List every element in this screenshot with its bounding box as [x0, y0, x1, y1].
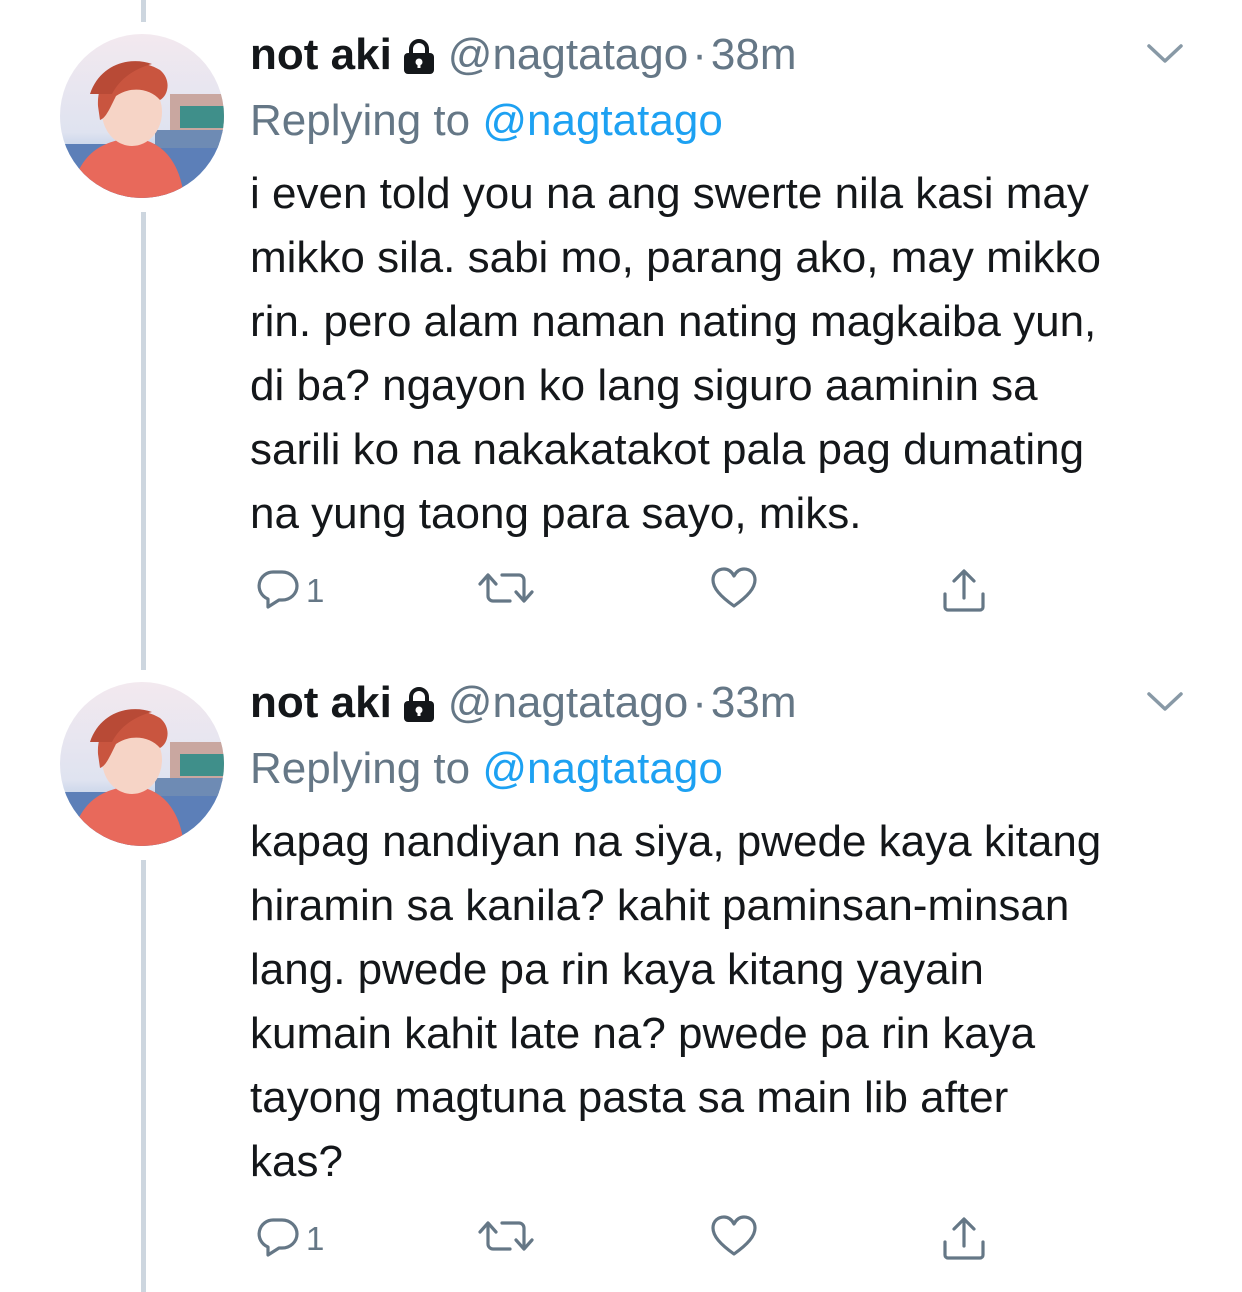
chevron-down-icon[interactable] [1146, 42, 1184, 66]
heart-icon [710, 1214, 758, 1263]
replying-to: Replying to @nagtatago [250, 96, 1190, 146]
timestamp[interactable]: 33m [711, 678, 797, 727]
replying-label: Replying to [250, 744, 471, 793]
tweet-text: kapag nandiyan na siya, pwede kaya kitan… [250, 817, 1102, 1186]
tweet[interactable]: not aki @nagtatago·33m Replying to @nagta… [0, 650, 1242, 1292]
tweet-actions: 1 [250, 566, 1010, 616]
lock-icon [400, 684, 438, 734]
retweet-icon [476, 566, 536, 615]
timestamp[interactable]: 38m [711, 30, 797, 79]
retweet-button[interactable] [476, 1214, 536, 1263]
chevron-down-icon[interactable] [1146, 690, 1184, 714]
share-button[interactable] [940, 566, 988, 619]
share-icon [940, 1214, 988, 1267]
display-name[interactable]: not aki [250, 30, 392, 79]
handle[interactable]: @nagtatago [448, 30, 688, 79]
reply-icon [256, 566, 300, 615]
display-name[interactable]: not aki [250, 678, 392, 727]
retweet-button[interactable] [476, 566, 536, 615]
share-icon [940, 566, 988, 619]
reply-mention-link[interactable]: @nagtatago [482, 744, 722, 793]
handle[interactable]: @nagtatago [448, 678, 688, 727]
tweet-header: not aki @nagtatago·33m [250, 678, 1190, 728]
tweet-header: not aki @nagtatago·38m [250, 30, 1190, 80]
avatar[interactable] [60, 34, 224, 198]
reply-count: 1 [306, 571, 325, 609]
reply-button[interactable]: 1 [256, 566, 324, 615]
tweet-actions: 1 [250, 1214, 1010, 1264]
share-button[interactable] [940, 1214, 988, 1267]
reply-mention-link[interactable]: @nagtatago [482, 96, 722, 145]
tweet[interactable]: not aki @nagtatago·38m Replying to @nagta… [0, 0, 1242, 650]
replying-label: Replying to [250, 96, 471, 145]
like-button[interactable] [710, 566, 758, 615]
retweet-icon [476, 1214, 536, 1263]
reply-button[interactable]: 1 [256, 1214, 324, 1263]
avatar[interactable] [60, 682, 224, 846]
lock-icon [400, 36, 438, 86]
like-button[interactable] [710, 1214, 758, 1263]
replying-to: Replying to @nagtatago [250, 744, 1190, 794]
reply-count: 1 [306, 1219, 325, 1257]
separator-dot: · [692, 678, 707, 727]
reply-icon [256, 1214, 300, 1263]
separator-dot: · [692, 30, 707, 79]
heart-icon [710, 566, 758, 615]
tweet-text: i even told you na ang swerte nila kasi … [250, 169, 1101, 538]
